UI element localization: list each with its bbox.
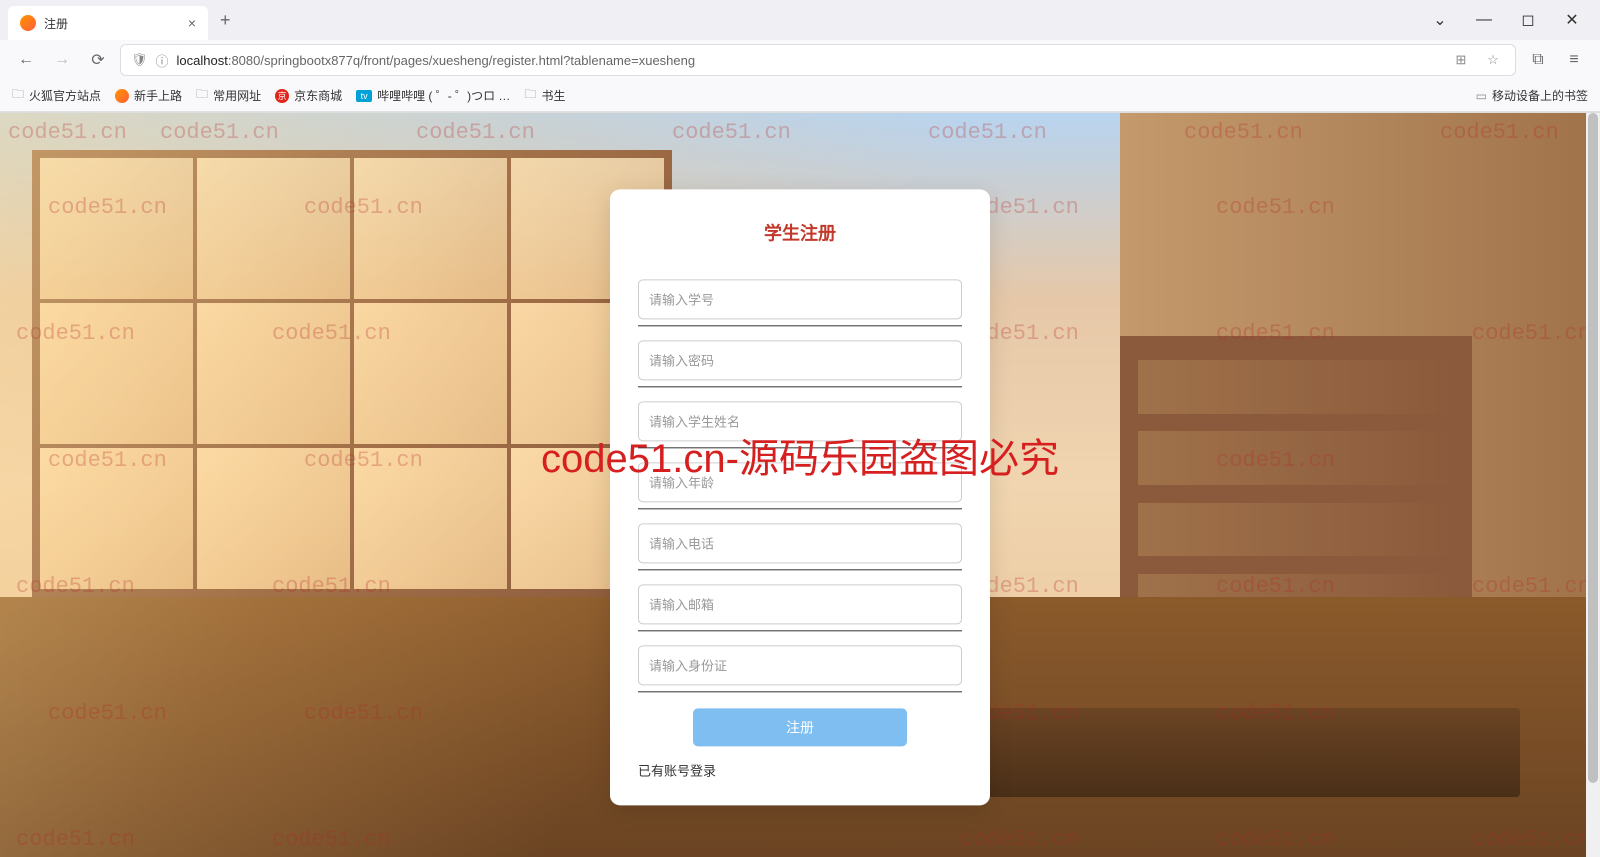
browser-tab[interactable]: 注册 × — [8, 6, 208, 40]
register-card: 学生注册 注册 已有账号登录 — [610, 189, 990, 805]
tab-close-button[interactable]: × — [188, 15, 196, 31]
window-dropdown-icon[interactable]: ⌄ — [1420, 5, 1460, 35]
tab-title: 注册 — [44, 15, 68, 32]
student-name-input[interactable] — [638, 401, 962, 441]
idcard-input[interactable] — [638, 645, 962, 685]
browser-chrome: 注册 × + ⌄ — ◻ ✕ ← → ⟳ 🛡 ⓘ localhost:8080/… — [0, 0, 1600, 113]
window-controls: ⌄ — ◻ ✕ — [1420, 5, 1592, 35]
qr-icon[interactable]: ⊞ — [1449, 52, 1473, 68]
window-close-button[interactable]: ✕ — [1552, 5, 1592, 35]
new-tab-button[interactable]: + — [208, 10, 243, 31]
window-minimize-button[interactable]: — — [1464, 5, 1504, 35]
mobile-icon: ▭ — [1476, 89, 1487, 103]
bilibili-icon: tv — [356, 90, 372, 102]
bookmarks-bar: 🗀火狐官方站点 新手上路 🗀常用网址 京京东商城 tv哔哩哔哩 ( ゜- ゜)つ… — [0, 80, 1600, 112]
login-link[interactable]: 已有账号登录 — [638, 760, 962, 779]
nav-reload-button[interactable]: ⟳ — [84, 46, 112, 74]
shield-icon: 🛡 — [131, 52, 148, 68]
folder-icon: 🗀 — [196, 85, 208, 106]
bookmark-common[interactable]: 🗀常用网址 — [196, 85, 261, 106]
window-maximize-button[interactable]: ◻ — [1508, 5, 1548, 35]
bookmark-shusheng[interactable]: 🗀书生 — [524, 85, 565, 106]
tab-bar: 注册 × + ⌄ — ◻ ✕ — [0, 0, 1600, 40]
address-bar: ← → ⟳ 🛡 ⓘ localhost:8080/springbootx877q… — [0, 40, 1600, 80]
bookmark-mobile[interactable]: ▭移动设备上的书签 — [1476, 87, 1588, 104]
nav-forward-button[interactable]: → — [48, 46, 76, 74]
student-id-input[interactable] — [638, 279, 962, 319]
url-text: localhost:8080/springbootx877q/front/pag… — [177, 53, 1441, 68]
phone-input[interactable] — [638, 523, 962, 563]
lock-icon: ⓘ — [156, 51, 169, 70]
url-input[interactable]: 🛡 ⓘ localhost:8080/springbootx877q/front… — [120, 44, 1516, 76]
card-title: 学生注册 — [638, 219, 962, 245]
age-input[interactable] — [638, 462, 962, 502]
email-input[interactable] — [638, 584, 962, 624]
bookmark-firefox[interactable]: 🗀火狐官方站点 — [12, 85, 101, 106]
extensions-button[interactable]: ⧉ — [1524, 46, 1552, 74]
jd-icon: 京 — [275, 89, 289, 103]
folder-icon: 🗀 — [12, 85, 24, 106]
scrollbar-thumb[interactable] — [1588, 113, 1598, 783]
bookmark-jd[interactable]: 京京东商城 — [275, 87, 342, 104]
folder-icon: 🗀 — [524, 85, 536, 106]
password-input[interactable] — [638, 340, 962, 380]
page-viewport: code51.cn code51.cn code51.cn code51.cn … — [0, 113, 1600, 857]
bookmark-bilibili[interactable]: tv哔哩哔哩 ( ゜- ゜)つロ … — [356, 87, 510, 104]
scrollbar[interactable] — [1586, 113, 1600, 857]
tab-favicon-icon — [20, 15, 36, 31]
nav-back-button[interactable]: ← — [12, 46, 40, 74]
register-button[interactable]: 注册 — [693, 708, 907, 746]
bookmark-newbie[interactable]: 新手上路 — [115, 87, 182, 104]
firefox-icon — [115, 89, 129, 103]
menu-button[interactable]: ≡ — [1560, 46, 1588, 74]
star-icon[interactable]: ☆ — [1481, 52, 1505, 68]
